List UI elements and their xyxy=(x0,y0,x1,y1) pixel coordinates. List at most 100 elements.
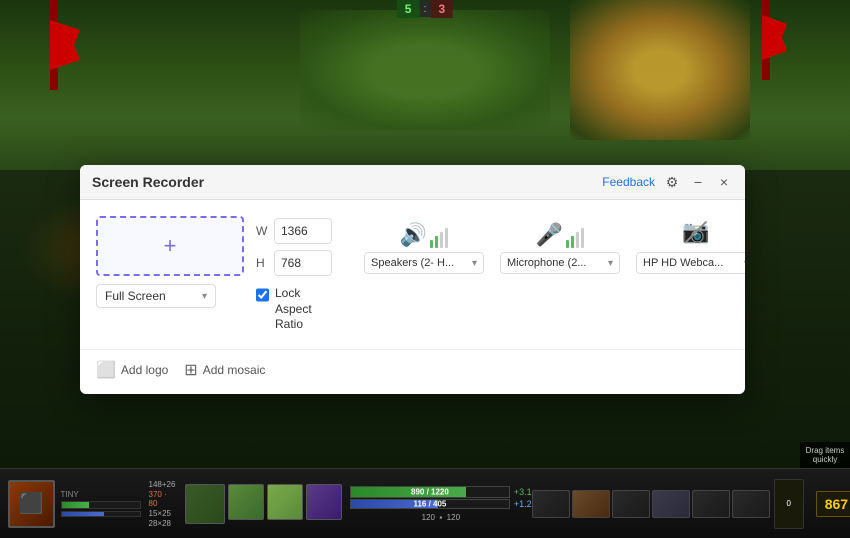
feedback-link[interactable]: Feedback xyxy=(602,175,655,189)
lock-aspect-label: Lock Aspect Ratio xyxy=(275,286,332,333)
screen-preview[interactable]: + xyxy=(96,216,244,276)
center-mana-bar: 116 / 405 xyxy=(350,499,510,509)
mic-vol-bar-3 xyxy=(576,232,579,248)
dimensions-panel: W H Lock Aspect Ratio xyxy=(256,218,332,333)
flag-right-decoration xyxy=(762,0,770,80)
hp-stat-small: 148+26 xyxy=(149,480,177,489)
health-fill-small xyxy=(62,502,89,508)
agi-stat: 15×25 xyxy=(149,509,177,518)
width-input[interactable] xyxy=(274,218,332,244)
dialog-footer: ⬜ Add logo ⊞ Add mosaic xyxy=(80,349,745,394)
audio-section: 🔊 Speakers (2- H... ▾ 🎤 xyxy=(364,216,745,274)
lock-aspect-row: Lock Aspect Ratio xyxy=(256,286,332,333)
titlebar-controls: Feedback ⚙ − × xyxy=(602,173,733,191)
add-mosaic-label: Add mosaic xyxy=(203,363,266,377)
speaker-volume-bars xyxy=(430,226,448,248)
camera-device: 📷 HP HD Webca... ▾ xyxy=(636,216,745,274)
hero-health-bar-small xyxy=(61,501,141,509)
screen-mode-dropdown[interactable]: Full Screen ▾ xyxy=(96,284,216,308)
item-slot-6[interactable] xyxy=(732,490,770,518)
center-health-bar: 890 / 1220 xyxy=(350,486,510,498)
mic-volume-bars xyxy=(566,226,584,248)
center-health-text: 890 / 1220 xyxy=(411,487,449,496)
camera-label: HP HD Webca... xyxy=(643,257,723,269)
center-mana-text: 116 / 405 xyxy=(413,499,446,508)
tp-slot[interactable]: 0 xyxy=(774,479,804,529)
flag-left-decoration xyxy=(50,0,58,90)
height-label: H xyxy=(256,256,268,270)
add-logo-label: Add logo xyxy=(121,363,168,377)
hud-bar: ⬛ TINY 148+26 370 · 80 15×25 28×28 xyxy=(0,468,850,538)
mic-vol-bar-2 xyxy=(571,236,574,248)
hero-name-label: TINY xyxy=(61,490,141,499)
close-button[interactable]: × xyxy=(715,173,733,191)
mic-chevron-icon: ▾ xyxy=(608,258,613,269)
hud-abilities xyxy=(185,484,342,524)
speakers-device: 🔊 Speakers (2- H... ▾ xyxy=(364,216,484,274)
settings-icon[interactable]: ⚙ xyxy=(663,173,681,191)
screen-mode-label: Full Screen xyxy=(105,289,166,303)
microphone-icon: 🎤 xyxy=(536,222,563,248)
add-mosaic-button[interactable]: ⊞ Add mosaic xyxy=(184,360,265,380)
item-slot-4[interactable] xyxy=(652,490,690,518)
camera-dropdown[interactable]: HP HD Webca... ▾ xyxy=(636,252,745,274)
speakers-dropdown[interactable]: Speakers (2- H... ▾ xyxy=(364,252,484,274)
speakers-icon-wrap: 🔊 xyxy=(400,216,448,248)
dialog-titlebar: Screen Recorder Feedback ⚙ − × xyxy=(80,165,745,200)
health-regen: +3.1 xyxy=(514,487,532,497)
dialog-body: + Full Screen ▾ W H Lock Aspect Ratio xyxy=(80,200,745,349)
score-radiant: 5 xyxy=(397,0,420,18)
height-input[interactable] xyxy=(274,250,332,276)
item-slot-5[interactable] xyxy=(692,490,730,518)
score-bar: 5 : 3 xyxy=(397,0,453,18)
game-background-top xyxy=(0,0,850,170)
lock-aspect-checkbox[interactable] xyxy=(256,288,269,302)
center-bars: 890 / 1220 +3.1 116 / 405 +1.2 xyxy=(350,486,532,509)
mic-vol-bar-1 xyxy=(566,240,569,248)
int-stat: 28×28 xyxy=(149,519,177,528)
microphone-label: Microphone (2... xyxy=(507,257,586,269)
item-slot-3[interactable] xyxy=(612,490,650,518)
vol-bar-3 xyxy=(440,232,443,248)
item-slot-1[interactable] xyxy=(532,490,570,518)
width-label: W xyxy=(256,224,268,238)
score-divider: : xyxy=(419,1,430,17)
screen-recorder-dialog: Screen Recorder Feedback ⚙ − × + Full Sc… xyxy=(80,165,745,394)
microphone-dropdown[interactable]: Microphone (2... ▾ xyxy=(500,252,620,274)
mana-fill-small xyxy=(62,512,105,516)
lock-aspect-line1: Lock Aspect xyxy=(275,286,312,316)
vol-bar-1 xyxy=(430,240,433,248)
mic-vol-bar-4 xyxy=(581,228,584,248)
vol-bar-4 xyxy=(445,228,448,248)
ability-slot-e[interactable] xyxy=(267,484,303,520)
hud-items xyxy=(532,490,770,518)
dialog-title: Screen Recorder xyxy=(92,174,204,190)
add-logo-button[interactable]: ⬜ Add logo xyxy=(96,360,168,380)
speakers-chevron-icon: ▾ xyxy=(472,258,477,269)
ability-slot-w[interactable] xyxy=(228,484,264,520)
hud-left: ⬛ TINY 148+26 370 · 80 15×25 28×28 xyxy=(8,480,177,528)
screen-selector: + Full Screen ▾ xyxy=(96,216,244,308)
mosaic-icon: ⊞ xyxy=(184,360,197,380)
mic-icon-wrap: 🎤 xyxy=(536,216,584,248)
ability-slot-q[interactable] xyxy=(185,484,225,524)
speaker-icon: 🔊 xyxy=(400,222,427,248)
chevron-down-icon: ▾ xyxy=(202,291,207,302)
speakers-label: Speakers (2- H... xyxy=(371,257,454,269)
lock-aspect-line2: Ratio xyxy=(275,317,303,331)
mana-regen: +1.2 xyxy=(514,499,532,509)
width-row: W xyxy=(256,218,332,244)
gold-display: 867 xyxy=(816,491,850,517)
camera-chevron-icon: ▾ xyxy=(744,258,745,269)
score-dire: 3 xyxy=(431,0,454,18)
drag-hint-text: Drag items quickly xyxy=(806,446,845,464)
minimize-button[interactable]: − xyxy=(689,173,707,191)
logo-icon: ⬜ xyxy=(96,360,116,380)
ability-slot-r[interactable] xyxy=(306,484,342,520)
hud-center: 890 / 1220 +3.1 116 / 405 +1.2 120 ▪ 120 xyxy=(350,486,532,522)
microphone-device: 🎤 Microphone (2... ▾ xyxy=(500,216,620,274)
drag-hint: Drag items quickly xyxy=(800,442,850,468)
hero-portrait: ⬛ xyxy=(8,480,55,528)
item-slot-2[interactable] xyxy=(572,490,610,518)
add-region-icon: + xyxy=(164,233,177,259)
